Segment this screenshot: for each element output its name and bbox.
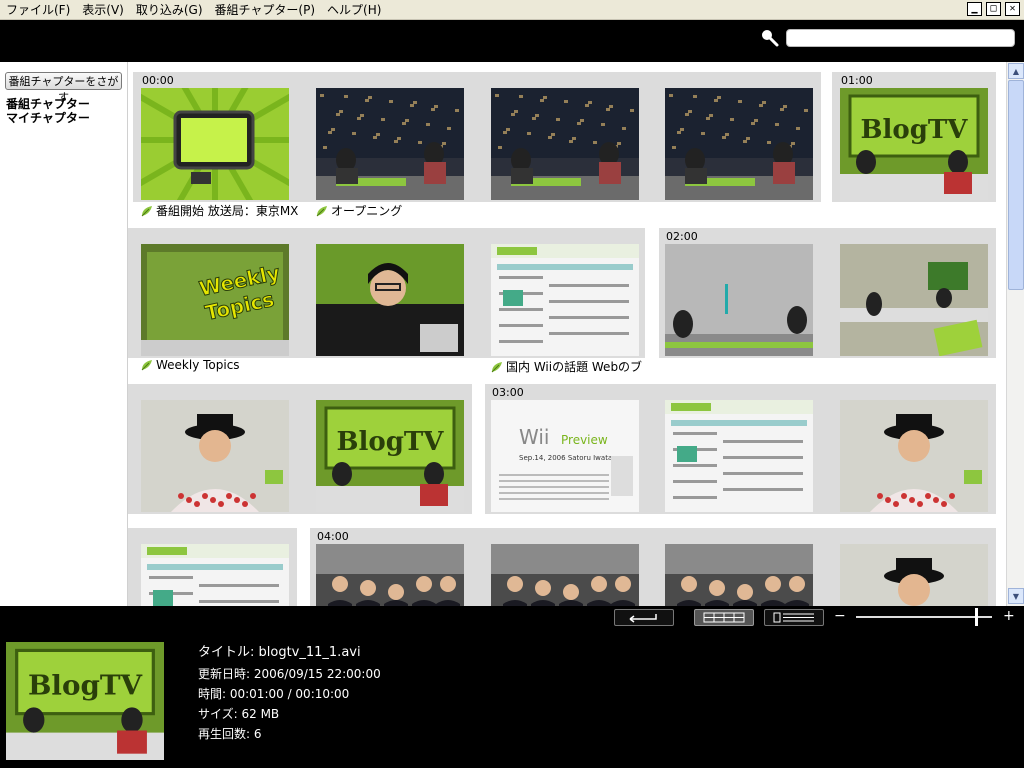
- scroll-down-button[interactable]: ▼: [1008, 588, 1024, 604]
- video-thumbnail[interactable]: [665, 244, 813, 356]
- close-button[interactable]: ✕: [1005, 2, 1020, 16]
- arrow-up-icon: ▲: [1012, 66, 1020, 76]
- chapter-label-text: Weekly Topics: [156, 358, 240, 372]
- svg-text:BlogTV: BlogTV: [337, 427, 445, 457]
- grid-view-icon: [703, 612, 745, 623]
- svg-text:BlogTV: BlogTV: [28, 669, 143, 702]
- video-thumbnail[interactable]: Wii Preview Sep.14, 2006 Satoru Iwata: [491, 400, 639, 512]
- video-thumbnail[interactable]: BlogTV: [840, 88, 988, 200]
- view-controls: − +: [0, 606, 1024, 630]
- video-thumbnail[interactable]: [491, 88, 639, 200]
- info-size: サイズ: 62 MB: [198, 707, 280, 721]
- video-thumbnail[interactable]: [491, 544, 639, 606]
- search-icon[interactable]: [760, 28, 780, 48]
- video-thumbnail[interactable]: [316, 88, 464, 200]
- video-thumbnail[interactable]: [665, 544, 813, 606]
- menu-bar: ファイル(F) 表示(V) 取り込み(G) 番組チャプター(P) ヘルプ(H) …: [0, 0, 1024, 20]
- video-thumbnail[interactable]: BlogTV: [316, 400, 464, 512]
- video-thumbnail[interactable]: [840, 244, 988, 356]
- time-marker: 03:00: [492, 386, 524, 399]
- time-marker: 00:00: [142, 74, 174, 87]
- video-thumbnail[interactable]: Weekly Topics: [141, 244, 289, 356]
- info-time: 時間: 00:01:00 / 00:10:00: [198, 687, 350, 701]
- video-thumbnail[interactable]: [840, 544, 988, 606]
- zoom-in-button[interactable]: +: [1003, 608, 1015, 624]
- list-view-button[interactable]: [764, 609, 824, 626]
- chapter-label[interactable]: オープニング: [316, 202, 402, 219]
- search-input[interactable]: [786, 29, 1015, 47]
- zoom-slider[interactable]: [856, 616, 992, 618]
- return-icon: [629, 614, 657, 623]
- video-thumbnail[interactable]: [316, 544, 464, 606]
- chapter-leaf-icon: [491, 361, 502, 372]
- menu-import[interactable]: 取り込み(G): [130, 2, 209, 18]
- chapter-label-text: オープニング: [331, 204, 403, 218]
- svg-text:Preview: Preview: [561, 433, 608, 447]
- svg-text:Wii: Wii: [519, 425, 549, 449]
- chapter-label-text: 番組開始 放送局：東京MX: [156, 204, 299, 218]
- scrollbar-thumb[interactable]: [1008, 80, 1024, 290]
- chapter-leaf-icon: [316, 205, 327, 216]
- video-thumbnail[interactable]: [665, 400, 813, 512]
- video-thumbnail[interactable]: [316, 244, 464, 356]
- sidebar: 番組チャプターをさがす 番組チャプター マイチャプター: [0, 62, 128, 606]
- maximize-button[interactable]: □: [986, 2, 1001, 16]
- chapter-label[interactable]: 国内 Wiiの話題 Webのブ: [491, 358, 642, 375]
- time-marker: 04:00: [317, 530, 349, 543]
- svg-text:Sep.14, 2006 Satoru Iwata: Sep.14, 2006 Satoru Iwata: [519, 454, 612, 462]
- video-thumbnail[interactable]: [141, 400, 289, 512]
- zoom-out-button[interactable]: −: [834, 608, 846, 624]
- chapter-label[interactable]: 番組開始 放送局：東京MX: [141, 202, 298, 219]
- menu-file[interactable]: ファイル(F): [0, 2, 76, 18]
- arrow-down-icon: ▼: [1012, 591, 1020, 601]
- search-bar: [0, 20, 1024, 62]
- info-title: タイトル: blogtv_11_1.avi: [198, 645, 361, 660]
- info-updated: 更新日時: 2006/09/15 22:00:00: [198, 667, 381, 681]
- chapter-label[interactable]: Weekly Topics: [141, 358, 240, 372]
- preview-thumbnail[interactable]: BlogTV: [6, 642, 164, 760]
- info-plays: 再生回数: 6: [198, 727, 262, 741]
- find-chapter-button[interactable]: 番組チャプターをさがす: [5, 72, 122, 104]
- video-thumbnail[interactable]: [491, 244, 639, 356]
- vertical-scrollbar[interactable]: ▲ ▼: [1006, 62, 1024, 606]
- grid-view-button[interactable]: [694, 609, 754, 626]
- minimize-button[interactable]: ▁: [967, 2, 982, 16]
- video-thumbnail[interactable]: [665, 88, 813, 200]
- video-thumbnail[interactable]: [141, 88, 289, 200]
- menu-program-chapter[interactable]: 番組チャプター(P): [209, 2, 321, 18]
- time-marker: 01:00: [841, 74, 873, 87]
- info-panel: BlogTV タイトル: blogtv_11_1.avi 更新日時: 2006/…: [0, 630, 1024, 768]
- svg-text:BlogTV: BlogTV: [861, 115, 969, 145]
- thumbnail-grid: 00:00 番組開始 放送局：東京MX オープニング BlogTV 01:00 …: [128, 62, 1006, 606]
- back-button[interactable]: [614, 609, 674, 626]
- video-thumbnail[interactable]: [840, 400, 988, 512]
- chapter-label-text: 国内 Wiiの話題 Webのブ: [506, 360, 643, 374]
- list-view-icon: [773, 612, 814, 623]
- video-thumbnail[interactable]: [141, 544, 289, 606]
- close-icon: ✕: [1009, 3, 1016, 14]
- menu-view[interactable]: 表示(V): [76, 2, 130, 18]
- sidebar-item-my-chapter[interactable]: マイチャプター: [6, 109, 90, 126]
- zoom-slider-handle[interactable]: [975, 608, 978, 626]
- menu-help[interactable]: ヘルプ(H): [321, 2, 387, 18]
- maximize-icon: □: [990, 3, 997, 14]
- chapter-leaf-icon: [141, 205, 152, 216]
- minimize-icon: ▁: [971, 3, 978, 14]
- menu: ファイル(F) 表示(V) 取り込み(G) 番組チャプター(P) ヘルプ(H): [0, 2, 387, 18]
- scroll-up-button[interactable]: ▲: [1008, 63, 1024, 79]
- chapter-leaf-icon: [141, 360, 152, 371]
- time-marker: 02:00: [666, 230, 698, 243]
